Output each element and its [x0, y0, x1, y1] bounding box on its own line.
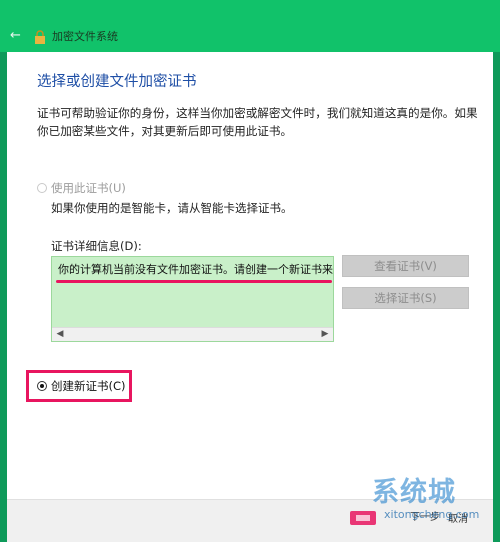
create-cert-label[interactable]: 创建新证书(C): [51, 378, 126, 394]
horizontal-scrollbar[interactable]: ◀ ▶: [52, 327, 333, 341]
page-title: 选择或创建文件加密证书: [37, 74, 197, 90]
use-cert-label[interactable]: 使用此证书(U): [51, 180, 126, 196]
select-cert-button[interactable]: 选择证书(S): [342, 287, 469, 309]
dialog-content: 选择或创建文件加密证书 证书可帮助验证你的身份，这样当你加密或解密文件时，我们就…: [7, 52, 493, 542]
details-text: 你的计算机当前没有文件加密证书。请创建一个新证书来加密文件。: [58, 263, 333, 276]
details-label: 证书详细信息(D):: [51, 239, 142, 253]
watermark-url: xitongcheng.com: [384, 508, 480, 521]
view-cert-button[interactable]: 查看证书(V): [342, 255, 469, 277]
watermark-logo-icon: [350, 511, 376, 525]
window-title: 加密文件系统: [52, 30, 118, 43]
smartcard-note: 如果你使用的是智能卡，请从智能卡选择证书。: [51, 201, 293, 215]
scroll-left-icon[interactable]: ◀: [54, 328, 66, 341]
title-bar: ← 加密文件系统: [0, 0, 500, 52]
watermark-text: 系统城: [372, 477, 456, 508]
annotation-underline: [56, 280, 332, 283]
create-cert-radio[interactable]: [37, 381, 47, 391]
back-arrow-icon[interactable]: ←: [10, 29, 21, 43]
description-text: 证书可帮助验证你的身份，这样当你加密或解密文件时，我们就知道这真的是你。如果你已…: [37, 106, 478, 138]
encrypt-folder-icon: [35, 30, 45, 44]
certificate-details-box[interactable]: 你的计算机当前没有文件加密证书。请创建一个新证书来加密文件。 ◀ ▶: [51, 256, 334, 342]
scroll-right-icon[interactable]: ▶: [319, 328, 331, 341]
use-cert-radio[interactable]: [37, 183, 47, 193]
